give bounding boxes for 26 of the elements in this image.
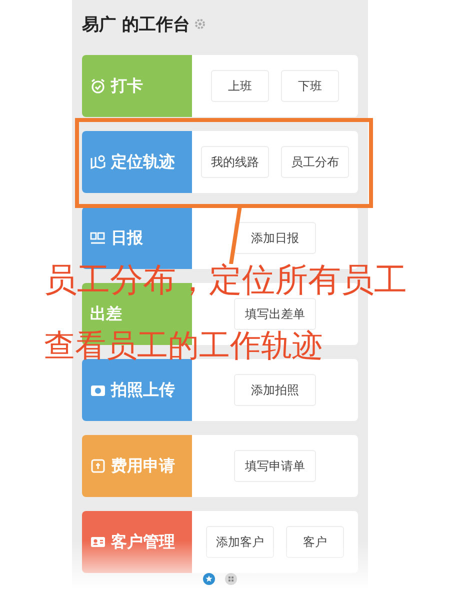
card-label: 费用申请 (111, 456, 175, 476)
contact-card-icon (90, 534, 106, 550)
card-label: 出差 (90, 304, 122, 324)
action-button[interactable]: 我的线路 (201, 146, 269, 178)
action-button[interactable]: 添加客户 (206, 526, 274, 558)
grid-page-icon[interactable] (225, 573, 237, 585)
action-button[interactable]: 下班 (281, 70, 339, 102)
action-button[interactable]: 添加拍照 (234, 374, 316, 406)
card-label: 拍照上传 (111, 380, 175, 400)
action-button[interactable]: 填写申请单 (234, 450, 316, 482)
action-button[interactable]: 填写出差单 (234, 298, 316, 330)
card-label: 客户管理 (111, 532, 175, 552)
report-icon (90, 230, 106, 246)
leader-line (228, 206, 242, 264)
action-button[interactable]: 客户 (286, 526, 344, 558)
star-page-icon[interactable] (203, 573, 215, 585)
settings-icon[interactable] (194, 18, 206, 30)
alarm-clock-icon (90, 78, 106, 94)
map-pin-icon (90, 154, 106, 170)
card-label: 打卡 (111, 76, 143, 96)
page-title: 易广 的工作台 (82, 14, 190, 36)
card-label: 日报 (111, 228, 143, 248)
action-button[interactable]: 添加日报 (234, 222, 316, 254)
card-label: 定位轨迹 (111, 152, 175, 172)
action-button[interactable]: 上班 (211, 70, 269, 102)
action-button[interactable]: 员工分布 (281, 146, 349, 178)
